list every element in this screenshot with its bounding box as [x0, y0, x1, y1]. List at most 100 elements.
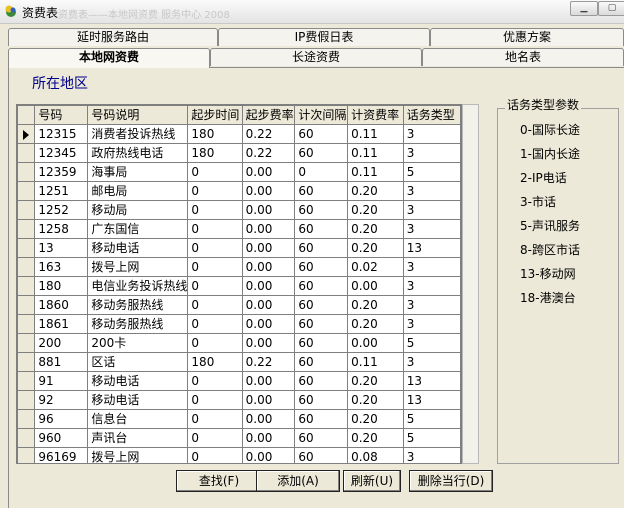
- table-row[interactable]: 180 电信业务投诉热线 0 0.00 60 0.00 3: [17, 276, 461, 296]
- cell-rate[interactable]: 0.20: [347, 371, 404, 391]
- cell-start-rate[interactable]: 0.00: [241, 162, 296, 182]
- cell-description[interactable]: 信息台: [87, 409, 189, 429]
- cell-rate[interactable]: 0.20: [347, 314, 404, 334]
- cell-start-time[interactable]: 180: [187, 352, 243, 372]
- cell-start-rate[interactable]: 0.00: [241, 371, 296, 391]
- cell-interval[interactable]: 60: [294, 352, 349, 372]
- row-indicator[interactable]: [17, 200, 36, 220]
- cell-rate[interactable]: 0.00: [347, 333, 404, 353]
- cell-start-time[interactable]: 0: [187, 371, 243, 391]
- cell-interval[interactable]: 60: [294, 447, 349, 463]
- cell-number[interactable]: 12345: [34, 143, 89, 163]
- cell-call-type[interactable]: 3: [402, 181, 461, 201]
- cell-start-time[interactable]: 0: [187, 276, 243, 296]
- cell-call-type[interactable]: 3: [402, 143, 461, 163]
- column-header-rate[interactable]: 计资费率: [347, 105, 404, 125]
- cell-start-time[interactable]: 0: [187, 181, 243, 201]
- cell-number[interactable]: 96169: [34, 447, 89, 463]
- cell-call-type[interactable]: 3: [402, 352, 461, 372]
- cell-number[interactable]: 1258: [34, 219, 89, 239]
- row-indicator[interactable]: [17, 181, 36, 201]
- cell-description[interactable]: 政府热线电话: [87, 143, 189, 163]
- table-row[interactable]: 881 区话 180 0.22 60 0.11 3: [17, 352, 461, 372]
- table-row[interactable]: 92 移动电话 0 0.00 60 0.20 13: [17, 390, 461, 410]
- cell-rate[interactable]: 0.20: [347, 295, 404, 315]
- cell-start-time[interactable]: 0: [187, 219, 243, 239]
- row-indicator[interactable]: [17, 333, 36, 353]
- cell-start-time[interactable]: 0: [187, 257, 243, 277]
- cell-start-rate[interactable]: 0.00: [241, 257, 296, 277]
- maximize-button[interactable]: ▢: [598, 1, 624, 16]
- cell-call-type[interactable]: 13: [402, 390, 461, 410]
- table-row[interactable]: 12359 海事局 0 0.00 0 0.11 5: [17, 162, 461, 182]
- cell-number[interactable]: 92: [34, 390, 89, 410]
- cell-interval[interactable]: 0: [294, 162, 349, 182]
- tab-long-distance-rates[interactable]: 长途资费: [210, 48, 422, 66]
- cell-interval[interactable]: 60: [294, 257, 349, 277]
- cell-rate[interactable]: 0.20: [347, 219, 404, 239]
- cell-number[interactable]: 96: [34, 409, 89, 429]
- column-header-description[interactable]: 号码说明: [87, 105, 189, 125]
- cell-description[interactable]: 移动务服热线: [87, 314, 189, 334]
- cell-interval[interactable]: 60: [294, 295, 349, 315]
- cell-description[interactable]: 移动电话: [87, 390, 189, 410]
- tab-place-names[interactable]: 地名表: [422, 48, 624, 66]
- cell-rate[interactable]: 0.20: [347, 200, 404, 220]
- cell-interval[interactable]: 60: [294, 371, 349, 391]
- cell-number[interactable]: 91: [34, 371, 89, 391]
- cell-call-type[interactable]: 13: [402, 238, 461, 258]
- table-row[interactable]: 96169 拨号上网 0 0.00 60 0.08 3: [17, 447, 461, 463]
- cell-rate[interactable]: 0.20: [347, 181, 404, 201]
- row-indicator[interactable]: [17, 257, 36, 277]
- grid-scrollbar[interactable]: [462, 104, 479, 464]
- tab-ip-holiday[interactable]: IP费假日表: [218, 28, 430, 46]
- cell-description[interactable]: 拨号上网: [87, 447, 189, 463]
- cell-number[interactable]: 12359: [34, 162, 89, 182]
- cell-interval[interactable]: 60: [294, 390, 349, 410]
- cell-start-time[interactable]: 0: [187, 390, 243, 410]
- cell-start-time[interactable]: 0: [187, 333, 243, 353]
- table-row[interactable]: 960 声讯台 0 0.00 60 0.20 5: [17, 428, 461, 448]
- table-row[interactable]: 1251 邮电局 0 0.00 60 0.20 3: [17, 181, 461, 201]
- cell-interval[interactable]: 60: [294, 333, 349, 353]
- cell-start-rate[interactable]: 0.00: [241, 314, 296, 334]
- cell-description[interactable]: 移动电话: [87, 238, 189, 258]
- cell-start-rate[interactable]: 0.00: [241, 295, 296, 315]
- cell-description[interactable]: 移动务服热线: [87, 295, 189, 315]
- cell-description[interactable]: 拨号上网: [87, 257, 189, 277]
- cell-number[interactable]: 1861: [34, 314, 89, 334]
- cell-start-time[interactable]: 0: [187, 447, 243, 463]
- table-row[interactable]: 200 200卡 0 0.00 60 0.00 5: [17, 333, 461, 353]
- cell-call-type[interactable]: 5: [402, 409, 461, 429]
- cell-call-type[interactable]: 13: [402, 371, 461, 391]
- cell-call-type[interactable]: 3: [402, 447, 461, 463]
- cell-call-type[interactable]: 5: [402, 428, 461, 448]
- table-row[interactable]: 12345 政府热线电话 180 0.22 60 0.11 3: [17, 143, 461, 163]
- cell-interval[interactable]: 60: [294, 219, 349, 239]
- table-row[interactable]: 96 信息台 0 0.00 60 0.20 5: [17, 409, 461, 429]
- minimize-button[interactable]: ▁: [570, 1, 598, 16]
- cell-rate[interactable]: 0.20: [347, 238, 404, 258]
- cell-description[interactable]: 海事局: [87, 162, 189, 182]
- column-header-interval[interactable]: 计次间隔: [294, 105, 349, 125]
- tab-discount-plan[interactable]: 优惠方案: [430, 28, 624, 46]
- cell-description[interactable]: 声讯台: [87, 428, 189, 448]
- cell-number[interactable]: 1860: [34, 295, 89, 315]
- cell-rate[interactable]: 0.20: [347, 390, 404, 410]
- cell-start-rate[interactable]: 0.22: [241, 143, 296, 163]
- cell-number[interactable]: 1251: [34, 181, 89, 201]
- region-label[interactable]: 所在地区: [32, 73, 88, 93]
- cell-interval[interactable]: 60: [294, 238, 349, 258]
- row-indicator[interactable]: [17, 162, 36, 182]
- cell-call-type[interactable]: 5: [402, 333, 461, 353]
- cell-description[interactable]: 电信业务投诉热线: [87, 276, 189, 296]
- cell-interval[interactable]: 60: [294, 200, 349, 220]
- column-header-call-type[interactable]: 话务类型: [402, 105, 461, 125]
- row-indicator[interactable]: [17, 409, 36, 429]
- cell-call-type[interactable]: 3: [402, 200, 461, 220]
- cell-call-type[interactable]: 3: [402, 219, 461, 239]
- table-row[interactable]: 12315 消费者投诉热线 180 0.22 60 0.11 3: [17, 124, 461, 144]
- table-row[interactable]: 1258 广东国信 0 0.00 60 0.20 3: [17, 219, 461, 239]
- row-indicator[interactable]: [17, 295, 36, 315]
- column-header-start-time[interactable]: 起步时间: [187, 105, 243, 125]
